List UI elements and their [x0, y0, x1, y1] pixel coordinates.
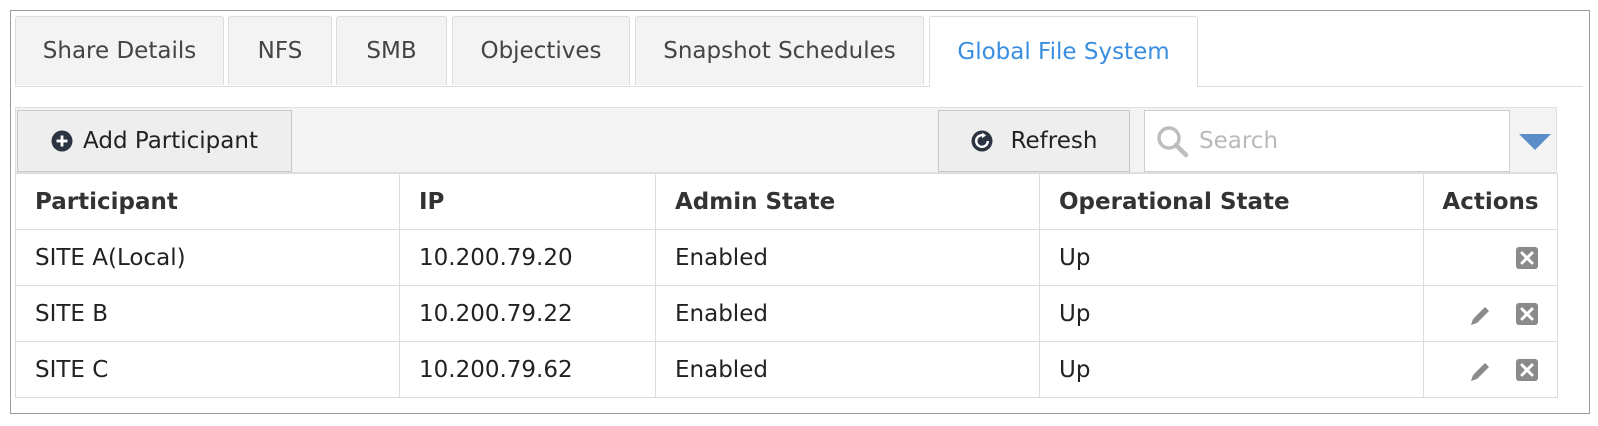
tab-bar: Share Details NFS SMB Objectives Snapsho… — [15, 16, 1583, 87]
actions-cell — [1423, 229, 1558, 286]
table-header-row: Participant IP Admin State Operational S… — [15, 173, 1558, 230]
admin-state-cell: Enabled — [655, 229, 1040, 286]
ip-cell: 10.200.79.20 — [399, 229, 656, 286]
refresh-label: Refresh — [1010, 128, 1098, 154]
edit-pencil-icon[interactable] — [1468, 301, 1494, 327]
refresh-icon — [971, 130, 993, 152]
tab-share-details[interactable]: Share Details — [15, 16, 224, 85]
participant-cell: SITE A(Local) — [15, 229, 400, 286]
caret-down-icon[interactable] — [1518, 128, 1552, 154]
column-header-admin-state[interactable]: Admin State — [655, 173, 1040, 230]
column-header-actions: Actions — [1423, 173, 1558, 230]
search-icon — [1157, 126, 1189, 158]
tab-global-file-system[interactable]: Global File System — [929, 16, 1198, 87]
refresh-button[interactable]: Refresh — [938, 110, 1130, 172]
ip-cell: 10.200.79.22 — [399, 285, 656, 342]
participants-table: Participant IP Admin State Operational S… — [15, 173, 1558, 398]
table-row: SITE B 10.200.79.22 Enabled Up — [15, 285, 1558, 342]
add-participant-label: Add Participant — [83, 128, 258, 154]
toolbar: Add Participant Refresh — [15, 107, 1557, 173]
ip-cell: 10.200.79.62 — [399, 341, 656, 398]
operational-state-cell: Up — [1039, 341, 1424, 398]
column-header-operational-state[interactable]: Operational State — [1039, 173, 1424, 230]
search-input[interactable] — [1197, 127, 1491, 155]
tab-nfs[interactable]: NFS — [228, 16, 332, 85]
delete-icon[interactable] — [1515, 302, 1539, 326]
table-row: SITE C 10.200.79.62 Enabled Up — [15, 341, 1558, 398]
tab-objectives[interactable]: Objectives — [452, 16, 630, 85]
table-row: SITE A(Local) 10.200.79.20 Enabled Up — [15, 229, 1558, 286]
participant-cell: SITE B — [15, 285, 400, 342]
delete-icon[interactable] — [1515, 246, 1539, 270]
delete-icon[interactable] — [1515, 358, 1539, 382]
add-participant-button[interactable]: Add Participant — [17, 110, 292, 172]
tab-snapshot-schedules[interactable]: Snapshot Schedules — [635, 16, 924, 85]
admin-state-cell: Enabled — [655, 341, 1040, 398]
plus-circle-icon — [51, 130, 73, 152]
actions-cell — [1423, 341, 1558, 398]
participant-cell: SITE C — [15, 341, 400, 398]
tab-smb[interactable]: SMB — [336, 16, 447, 85]
admin-state-cell: Enabled — [655, 285, 1040, 342]
operational-state-cell: Up — [1039, 229, 1424, 286]
column-header-ip[interactable]: IP — [399, 173, 656, 230]
column-header-participant[interactable]: Participant — [15, 173, 400, 230]
operational-state-cell: Up — [1039, 285, 1424, 342]
edit-pencil-icon[interactable] — [1468, 357, 1494, 383]
search-box[interactable] — [1144, 110, 1510, 172]
actions-cell — [1423, 285, 1558, 342]
